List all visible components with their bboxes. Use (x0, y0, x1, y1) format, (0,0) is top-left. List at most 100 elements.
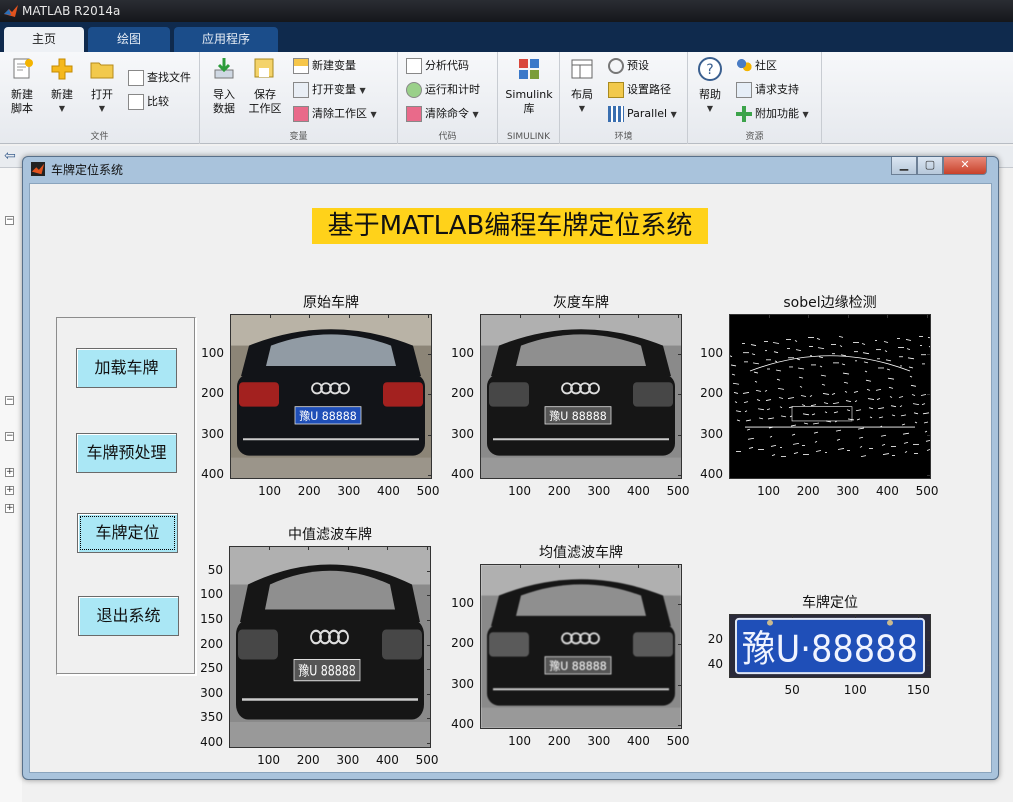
y-tick-mark (678, 354, 682, 356)
svg-text:豫U 88888: 豫U 88888 (549, 660, 606, 673)
y-tick-label: 40 (707, 657, 723, 672)
x-tick-mark (519, 564, 521, 568)
y-tick-mark (927, 354, 931, 356)
group-resources: ? 帮助 ▼ 社区 请求支持 附加功能 ▼ 资源 (688, 52, 822, 144)
y-tick-label: 150 (200, 611, 223, 626)
run-and-time-button[interactable]: 运行和计时 (406, 80, 480, 100)
chevron-down-icon: ▼ (472, 110, 479, 119)
y-tick-mark (428, 434, 432, 436)
y-tick-label: 100 (451, 596, 474, 611)
x-tick-label: 500 (666, 734, 690, 748)
y-tick-label: 100 (200, 587, 223, 602)
find-files-icon (128, 70, 144, 86)
ribbon-tabbar: 主页 绘图 应用程序 (0, 22, 1013, 52)
y-tick-label: 400 (451, 466, 474, 481)
minimize-button[interactable]: ▁ (891, 157, 917, 175)
clear-workspace-button[interactable]: 清除工作区 ▼ (293, 104, 377, 124)
y-tick-mark (927, 474, 931, 476)
y-tick-label: 300 (201, 426, 224, 441)
back-arrow-icon[interactable]: ⇦ (4, 148, 16, 164)
import-icon (214, 58, 234, 79)
set-path-button[interactable]: 设置路径 (608, 80, 671, 100)
locate-plate-button[interactable]: 车牌定位 (77, 513, 178, 553)
compare-icon (128, 94, 144, 110)
chevron-down-icon: ▼ (802, 110, 809, 119)
x-tick-mark (847, 314, 849, 318)
x-tick-label: 200 (547, 484, 571, 498)
x-tick-mark (808, 314, 810, 318)
svg-text:豫U 88888: 豫U 88888 (549, 410, 606, 423)
x-tick-label: 400 (626, 484, 650, 498)
y-tick-label: 100 (451, 346, 474, 361)
tab-home[interactable]: 主页 (4, 27, 84, 52)
compare-button[interactable]: 比较 (128, 92, 169, 112)
tree-expand-icon[interactable]: + (5, 486, 14, 495)
open-variable-icon (293, 82, 309, 98)
y-tick-mark (428, 474, 432, 476)
y-tick-label: 250 (200, 661, 223, 676)
y-tick-mark (927, 434, 931, 436)
x-tick-label: 500 (416, 484, 440, 498)
current-folder-panel: − − − + + + (0, 168, 22, 802)
gear-icon (608, 58, 624, 74)
axes-title: 原始车牌 (303, 295, 359, 311)
y-tick-label: 100 (201, 346, 224, 361)
new-variable-button[interactable]: 新建变量 (293, 56, 356, 76)
x-tick-label: 200 (297, 484, 321, 498)
x-tick-label: 300 (836, 484, 860, 498)
find-files-button[interactable]: 查找文件 (128, 68, 191, 88)
group-file: 新建 脚本 新建 ▼ 打开 ▼ 查找文件 比较 文件 (0, 52, 200, 144)
x-tick-mark (598, 314, 600, 318)
ribbon: 新建 脚本 新建 ▼ 打开 ▼ 查找文件 比较 文件 导入 数据 保存 工作区 新建… (0, 52, 1013, 144)
help-icon: ? (698, 57, 722, 81)
parallel-button[interactable]: Parallel ▼ (608, 104, 677, 124)
load-plate-button[interactable]: 加载车牌 (76, 348, 177, 388)
y-tick-mark (427, 743, 431, 745)
chevron-down-icon: ▼ (578, 104, 586, 113)
plus-star-icon (51, 58, 73, 80)
x-tick-mark (428, 314, 430, 318)
close-button[interactable]: ✕ (943, 157, 987, 175)
save-workspace-button[interactable]: 保存 工作区 (246, 56, 284, 116)
x-tick-mark (792, 614, 794, 618)
exit-button[interactable]: 退出系统 (78, 596, 179, 636)
open-variable-button[interactable]: 打开变量 ▼ (293, 80, 366, 100)
addons-button[interactable]: 附加功能 ▼ (736, 104, 809, 124)
tree-expand-icon[interactable]: + (5, 504, 14, 513)
axes-title: 均值滤波车牌 (539, 545, 623, 561)
x-tick-label: 400 (626, 734, 650, 748)
preferences-button[interactable]: 预设 (608, 56, 649, 76)
new-variable-icon (293, 58, 309, 74)
chevron-down-icon: ▼ (58, 104, 66, 113)
maximize-button[interactable]: ▢ (917, 157, 943, 175)
help-button[interactable]: ? 帮助 ▼ (696, 56, 724, 116)
community-button[interactable]: 社区 (736, 56, 777, 76)
simulink-library-button[interactable]: Simulink 库 (504, 56, 554, 116)
support-icon (736, 82, 752, 98)
x-tick-mark (768, 314, 770, 318)
tree-collapse-icon[interactable]: − (5, 396, 14, 405)
tree-expand-icon[interactable]: + (5, 468, 14, 477)
tab-apps[interactable]: 应用程序 (174, 27, 278, 52)
svg-text:豫U·88888: 豫U·88888 (742, 627, 918, 670)
tree-collapse-icon[interactable]: − (5, 432, 14, 441)
analyze-code-button[interactable]: 分析代码 (406, 56, 469, 76)
axes-title: sobel边缘检测 (783, 295, 877, 311)
tree-collapse-icon[interactable]: − (5, 216, 14, 225)
layout-button[interactable]: 布局 ▼ (566, 56, 598, 116)
x-tick-mark (388, 314, 390, 318)
import-data-button[interactable]: 导入 数据 (206, 56, 242, 116)
clear-commands-button[interactable]: 清除命令 ▼ (406, 104, 479, 124)
group-title: 文件 (90, 132, 109, 142)
y-tick-label: 200 (201, 386, 224, 401)
group-title: SIMULINK (506, 132, 551, 142)
group-title: 代码 (438, 132, 457, 142)
chevron-down-icon: ▼ (370, 110, 377, 119)
preprocess-button[interactable]: 车牌预处理 (76, 433, 177, 473)
open-button[interactable]: 打开 ▼ (84, 56, 120, 116)
request-support-button[interactable]: 请求支持 (736, 80, 799, 100)
new-button[interactable]: 新建 ▼ (44, 56, 80, 116)
tab-plots[interactable]: 绘图 (88, 27, 170, 52)
figure-canvas: 基于MATLAB编程车牌定位系统 加载车牌 车牌预处理 车牌定位 退出系统 原始… (29, 183, 992, 773)
new-script-button[interactable]: 新建 脚本 (4, 56, 40, 116)
